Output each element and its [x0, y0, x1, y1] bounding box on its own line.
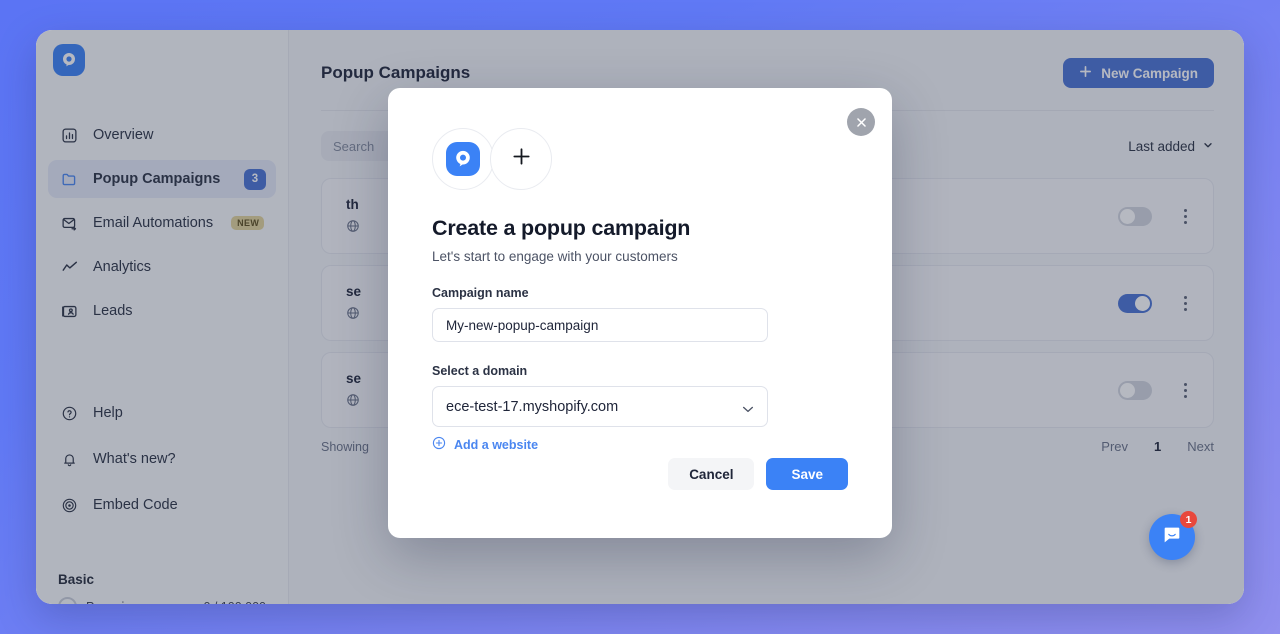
cancel-button[interactable]: Cancel — [668, 458, 755, 490]
domain-label: Select a domain — [432, 364, 528, 378]
modal-title: Create a popup campaign — [432, 216, 691, 240]
domain-selected-value: ece-test-17.myshopify.com — [446, 398, 619, 415]
add-website-link[interactable]: Add a website — [432, 436, 848, 453]
campaign-name-label: Campaign name — [432, 286, 529, 300]
chat-bubble-icon — [1161, 524, 1183, 551]
close-icon[interactable] — [847, 108, 875, 136]
plus-circle-icon — [432, 436, 446, 453]
campaign-name-field-block: Campaign name — [432, 286, 848, 342]
domain-select-wrap: ece-test-17.myshopify.com — [432, 386, 768, 427]
avatar — [432, 128, 494, 190]
campaign-name-input[interactable] — [432, 308, 768, 342]
add-website-label: Add a website — [454, 437, 539, 452]
domain-field-block: Select a domain ece-test-17.myshopify.co… — [432, 364, 848, 453]
popupsmart-logo-icon — [446, 142, 480, 176]
domain-select[interactable]: ece-test-17.myshopify.com — [432, 386, 768, 427]
modal-actions: Cancel Save — [668, 458, 848, 490]
modal-subtitle: Let's start to engage with your customer… — [432, 249, 678, 264]
add-avatar-button[interactable] — [490, 128, 552, 190]
intercom-unread-badge: 1 — [1180, 511, 1197, 528]
plus-icon — [511, 146, 532, 172]
save-button[interactable]: Save — [766, 458, 848, 490]
modal-avatar-row — [432, 128, 848, 190]
viewport: Overview Popup Campaigns 3 Email Automat… — [0, 0, 1280, 634]
intercom-chat-launcher[interactable]: 1 — [1149, 511, 1197, 560]
create-campaign-modal: Create a popup campaign Let's start to e… — [388, 88, 892, 538]
